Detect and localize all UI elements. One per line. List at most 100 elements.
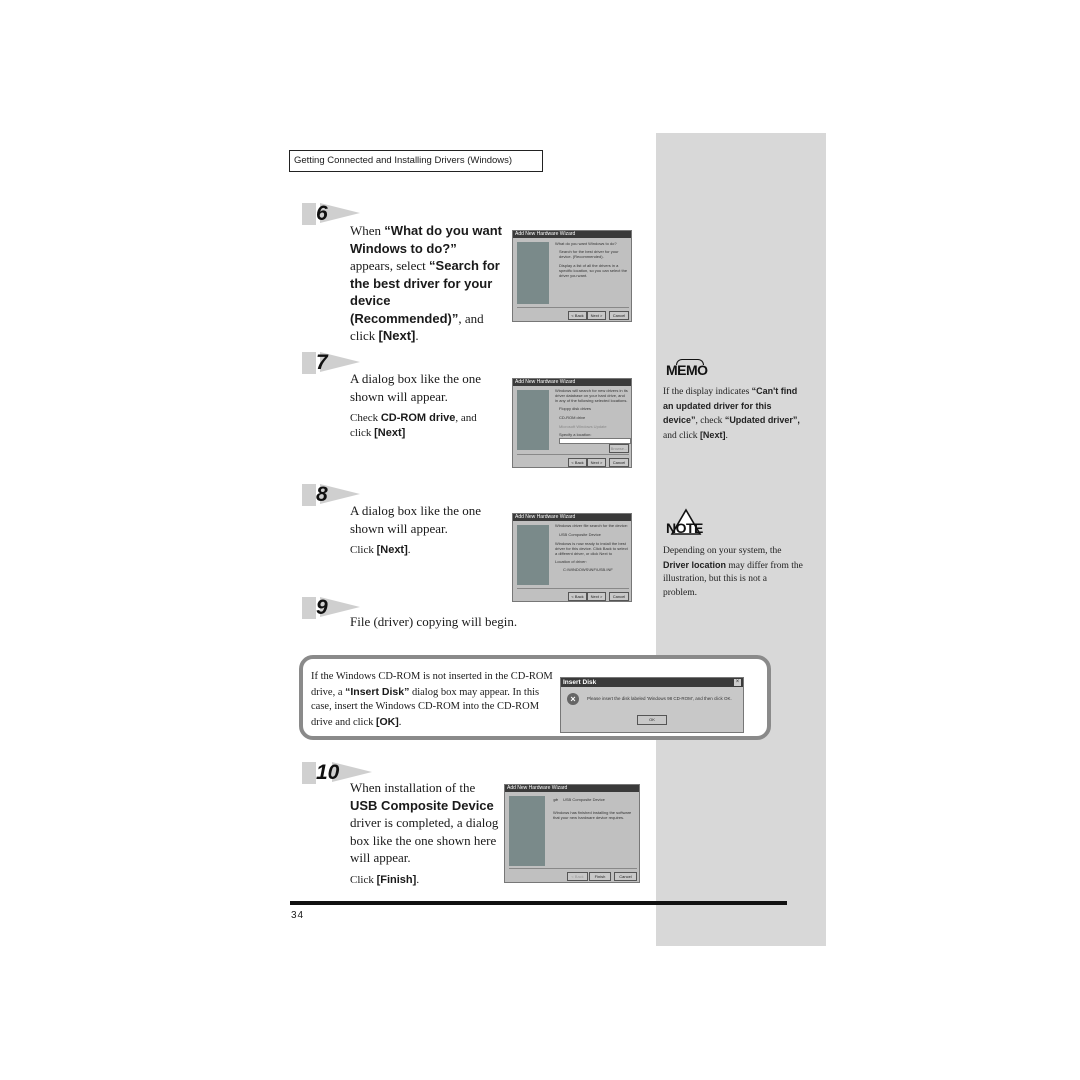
- note-icon: NOTE: [666, 520, 703, 536]
- computer-illustration: [517, 390, 549, 450]
- book-icon: [676, 359, 704, 365]
- dialog-line: Location of driver:: [555, 559, 587, 564]
- step-7-dialog-screenshot: Add New Hardware Wizard Windows will sea…: [512, 378, 632, 468]
- text-run: Click: [350, 544, 377, 556]
- text-run: driver is completed, a dialog box like t…: [350, 815, 499, 865]
- next-button: Next >: [587, 592, 606, 601]
- dialog-checkbox: Microsoft Windows Update: [559, 424, 607, 429]
- dialog-checkbox: Floppy disk drives: [559, 406, 592, 411]
- emphasis-text: CD-ROM drive: [380, 412, 456, 424]
- emphasis-text: [Next]: [376, 544, 408, 556]
- step-marker-bg: [302, 484, 316, 506]
- step-marker-bg: [302, 352, 316, 374]
- browse-button: Browse...: [609, 444, 629, 453]
- step-number: 8: [316, 483, 328, 506]
- usb-icon: ⇌: [553, 798, 559, 804]
- sidebar-panel: [656, 133, 826, 946]
- step-marker-bg: [302, 762, 316, 784]
- section-header: Getting Connected and Installing Drivers…: [289, 150, 543, 172]
- bottom-rule: [290, 901, 787, 905]
- cancel-button: Cancel: [609, 311, 629, 320]
- divider: [509, 868, 637, 869]
- next-button: Next >: [587, 458, 606, 467]
- step-9-text: File (driver) copying will begin.: [350, 614, 518, 629]
- emphasis-text: [Finish]: [376, 874, 417, 886]
- emphasis-text: [Next]: [699, 429, 726, 440]
- cancel-button: Cancel: [609, 458, 629, 467]
- text-run: Check: [350, 412, 381, 424]
- memo-badge: MEMO: [666, 359, 708, 378]
- callout-text: If the Windows CD-ROM is not inserted in…: [311, 670, 559, 730]
- emphasis-text: USB Composite Device: [350, 797, 494, 813]
- step-8-dialog-screenshot: Add New Hardware Wizard Windows driver f…: [512, 513, 632, 602]
- dialog-line: Windows is now ready to install the best…: [555, 541, 628, 556]
- dialog-line: What do you want Windows to do?: [555, 241, 617, 246]
- ok-button: OK: [637, 715, 667, 725]
- close-icon: ×: [734, 679, 741, 686]
- insert-disk-dialog-screenshot: Insert Disk × × Please insert the disk l…: [560, 677, 744, 733]
- back-button: < Back: [567, 872, 588, 881]
- error-icon: ×: [567, 693, 579, 705]
- step-number: 10: [316, 761, 340, 784]
- section-title: Getting Connected and Installing Drivers…: [294, 155, 513, 166]
- step-marker-bg: [302, 203, 316, 225]
- dialog-line: Windows driver file search for the devic…: [555, 523, 628, 528]
- insert-disk-callout: If the Windows CD-ROM is not inserted in…: [299, 655, 771, 740]
- text-run: Depending on your system, the: [663, 546, 782, 556]
- dialog-line: Windows has finished installing the soft…: [553, 810, 632, 820]
- step-10-subtext: Click [Finish].: [350, 873, 500, 888]
- memo-text: If the display indicates “Can't find an …: [663, 385, 803, 443]
- dialog-title: Insert Disk: [561, 678, 743, 687]
- back-button: < Back: [568, 592, 587, 601]
- next-button: Next >: [587, 311, 606, 320]
- computer-illustration: [509, 796, 545, 866]
- text-run: .: [725, 430, 728, 441]
- finish-button: Finish: [589, 872, 611, 881]
- text-run: .: [398, 716, 402, 728]
- text-run: .: [415, 328, 419, 343]
- page-number: 34: [291, 910, 305, 921]
- cancel-button: Cancel: [614, 872, 637, 881]
- step-10-text: When installation of the USB Composite D…: [350, 779, 500, 867]
- text-run: .: [416, 874, 420, 886]
- dialog-checkbox: CD-ROM drive: [559, 415, 586, 420]
- computer-illustration: [517, 242, 549, 304]
- step-number: 9: [316, 596, 328, 619]
- emphasis-text: “Insert Disk”: [345, 685, 410, 698]
- back-button: < Back: [568, 311, 587, 320]
- driver-path: C:\WINDOWS\INF\USB.INF: [563, 567, 613, 572]
- dialog-device-name: USB Composite Device: [559, 532, 601, 537]
- emphasis-text: [Next]: [374, 427, 406, 439]
- text-run: and click: [663, 430, 700, 441]
- dialog-line: Windows will search for new drivers in i…: [555, 388, 628, 403]
- text-run: appears, select: [350, 258, 430, 273]
- emphasis-text: Driver location: [663, 559, 727, 570]
- dialog-option: Search for the best driver for your devi…: [559, 249, 619, 259]
- emphasis-text: [OK]: [376, 715, 399, 728]
- text-run: , check: [695, 416, 725, 426]
- note-text: Depending on your system, the Driver loc…: [663, 545, 803, 600]
- divider: [517, 307, 629, 308]
- back-button: < Back: [568, 458, 587, 467]
- step-number: 7: [316, 351, 328, 374]
- computer-illustration: [517, 525, 549, 585]
- dialog-title: Add New Hardware Wizard: [513, 379, 631, 386]
- divider: [517, 588, 629, 589]
- dialog-checkbox: Specify a location:: [559, 432, 592, 437]
- dialog-option: Display a list of all the drivers in a s…: [559, 263, 628, 278]
- text-run: If the display indicates: [663, 387, 752, 397]
- cancel-button: Cancel: [609, 592, 629, 601]
- step-7-subtext: Check CD-ROM drive, and click [Next]: [350, 411, 500, 441]
- step-7-text: A dialog box like the one shown will app…: [350, 371, 482, 404]
- step-6-text: When “What do you want Windows to do?” a…: [350, 222, 502, 345]
- text-run: When: [350, 223, 385, 238]
- dialog-device-name: USB Composite Device: [563, 797, 605, 802]
- text-run: Click: [350, 874, 377, 886]
- step-8-subtext: Click [Next].: [350, 543, 500, 558]
- dialog-title: Add New Hardware Wizard: [513, 231, 631, 238]
- step-number: 6: [316, 202, 328, 225]
- dialog-title: Add New Hardware Wizard: [505, 785, 639, 792]
- text-run: When installation of the: [350, 780, 476, 795]
- step-10-dialog-screenshot: Add New Hardware Wizard ⇌ USB Composite …: [504, 784, 640, 883]
- text-run: .: [407, 544, 411, 556]
